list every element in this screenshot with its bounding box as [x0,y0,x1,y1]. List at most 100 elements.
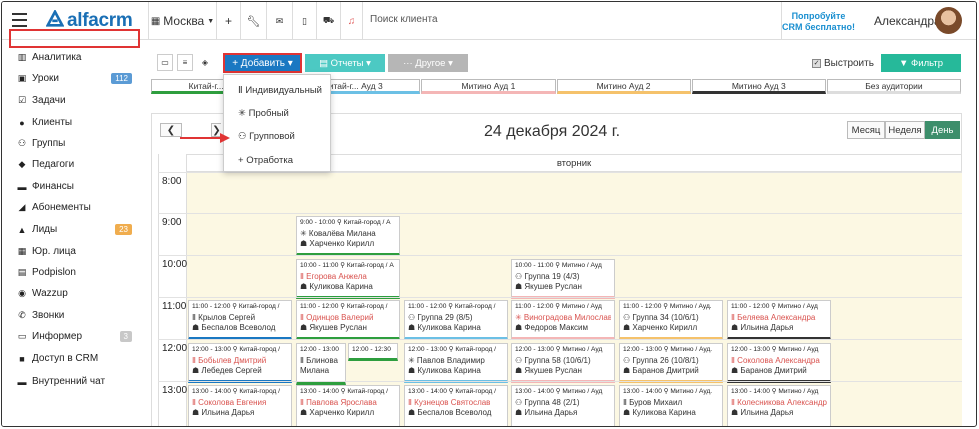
sidebar-item-0[interactable]: ▥ Аналитика [16,49,140,66]
sidebar-item-10[interactable]: ▤ Podpislon [16,264,140,281]
plus-icon[interactable]: + [216,2,240,40]
money-icon: ▬ [17,181,27,192]
phone-icon: ✆ [18,310,26,320]
event-time: 11:00 - 12:00 ⚲ Китай-город / [192,303,280,310]
event-card[interactable]: 12:00 - 13:00 ⚲ Китай-город / Ⅱ Бобылев Д… [188,343,292,383]
asterisk-icon: ✳ [238,108,249,119]
dropdown-item-group[interactable]: ⚇ Групповой [238,131,295,142]
cart-icon[interactable]: ⛟ [316,2,340,40]
event-card[interactable]: 11:00 - 12:00 ⚲ Митино / Ауд ✳ Виноградов… [511,300,615,340]
envelope-icon[interactable]: ✉ [266,2,292,40]
event-client: Ⅱ Крылов Сергей [192,312,256,322]
sidebar-item-label: Аналитика [32,52,82,63]
count-badge: 3 [119,331,132,342]
sidebar-item-11[interactable]: ◉ Wazzup [16,285,140,302]
view-day[interactable]: День [925,121,960,139]
view-week[interactable]: Неделя [885,121,925,139]
room-tab[interactable]: Без аудитории [826,79,962,94]
event-teacher: ☗ Беспалов Всеволод [408,408,492,417]
event-card[interactable]: 12:00 - 13:00 ⚲ Китай-город / ✳ Павлов Вл… [404,343,508,383]
event-teacher: ☗ Якушев Руслан [515,282,582,291]
sidebar-item-1[interactable]: ▣ Уроки 112 [16,70,140,87]
bell-icon[interactable]: ♫ [340,2,362,40]
event-card[interactable]: 10:00 - 11:00 ⚲ Китай-город / А Ⅱ Егорова… [296,259,400,299]
room-tab[interactable]: Митино Ауд 2 [556,79,691,94]
chat-icon: ◉ [18,288,26,298]
event-card[interactable]: 10:00 - 11:00 ⚲ Митино / Ауд ⚇ Группа 19 … [511,259,615,299]
promo-link[interactable]: Попробуйте CRM бесплатно! [782,11,855,33]
event-card[interactable]: 11:00 - 12:00 ⚲ Китай-город / Ⅱ Одинцов В… [296,300,400,340]
event-client: Ⅱ Соколова Евгения [192,397,267,407]
list-view-icon[interactable]: ≡ [177,54,193,71]
event-card[interactable]: 12:00 - 13:00 ⚲ Митино / Ауд Ⅱ Соколова А… [727,343,831,383]
sidebar-item-4[interactable]: ⚇ Группы [16,135,140,152]
sidebar-item-3[interactable]: ● Клиенты [16,114,140,131]
room-tab[interactable]: Митино Ауд 3 [691,79,826,94]
event-card[interactable]: 12:00 - 12:30 [348,343,398,361]
event-card[interactable]: 9:00 - 10:00 ⚲ Китай-город / А ✳ Ковалёва… [296,216,400,256]
prev-icon[interactable]: ❮ [160,123,182,137]
sidebar-item-6[interactable]: ▬ Финансы [16,178,140,195]
room-tab[interactable]: Митино Ауд 1 [421,79,556,94]
filter-button[interactable]: ▼ Фильтр [881,54,961,72]
app-window: alfacrm ▦ Москва ▼ + 🔧︎ ✉ ▯ ⛟ ♫ Поиск клие… [1,1,977,427]
layers-icon[interactable]: ◈ [197,54,213,71]
event-time: 11:00 - 12:00 ⚲ Митино / Ауд [731,303,818,310]
sidebar-item-13[interactable]: ▭ Информер 3 [16,328,140,345]
event-client: Ⅱ Колесникова Александра [731,397,827,407]
add-dropdown: Ⅱ Индивидуальный ✳ Пробный ⚇ Групповой +… [223,74,331,172]
sidebar-item-2[interactable]: ☑ Задачи [16,92,140,109]
sidebar-item-14[interactable]: ■ Доступ в CRM [16,350,140,367]
event-card[interactable]: 13:00 - 14:00 ⚲ Митино / Ауд ⚇ Группа 48 … [511,385,615,426]
user-name[interactable]: Александра [874,14,941,28]
other-button[interactable]: ··· Другое ▾ [388,54,468,72]
event-client: Ⅱ Егорова Анжела [300,271,367,281]
sidebar-item-5[interactable]: ◆ Педагоги [16,156,140,173]
event-card[interactable]: 13:00 - 14:00 ⚲ Китай-город / Ⅱ Кузнецов … [404,385,508,426]
dropdown-item-trial[interactable]: ✳ Пробный [238,108,289,119]
event-card[interactable]: 11:00 - 12:00 ⚲ Китай-город / ⚇ Группа 29… [404,300,508,340]
event-client: ✳ Павлов Владимир [408,355,485,365]
sidebar-item-12[interactable]: ✆ Звонки [16,307,140,324]
event-card[interactable]: 12:00 - 13:00 ⚲ Митино / Ауд. ⚇ Группа 26… [619,343,723,383]
sidebar-item-8[interactable]: ▲ Лиды 23 [16,221,140,238]
event-card[interactable]: 11:00 - 12:00 ⚲ Митино / Ауд. ⚇ Группа 34… [619,300,723,340]
align-checkbox[interactable]: ✓ Выстроить [812,58,874,69]
reports-button[interactable]: ▤ Отчеты ▾ [305,54,385,72]
view-month[interactable]: Месяц [847,121,885,139]
city-label: Москва [163,14,205,28]
event-card[interactable]: 12:00 - 13:00 ⚲ Митино / Ауд ⚇ Группа 58 … [511,343,615,383]
highlight-lessons [9,29,140,48]
add-button[interactable]: + Добавить ▾ [223,53,302,73]
hour-line [158,172,962,173]
sidebar-item-7[interactable]: ◢ Абонементы [16,199,140,216]
event-card[interactable]: 12:00 - 13:00 Ⅱ Блинова Милана [296,343,346,385]
event-time: 11:00 - 12:00 ⚲ Китай-город / [408,303,496,310]
logo-text: alfacrm [67,10,133,31]
event-card[interactable]: 13:00 - 14:00 ⚲ Китай-город / Ⅱ Соколова … [188,385,292,426]
sidebar-item-9[interactable]: ▦ Юр. лица [16,243,140,260]
pointer-arrow-icon [180,133,230,143]
building-icon: ▦ [150,15,161,27]
dropdown-item-makeup[interactable]: + Отработка [238,155,293,166]
city-select[interactable]: ▦ Москва ▼ [148,2,216,40]
menu-icon[interactable] [12,13,27,27]
thumbs-up-icon: ▲ [17,224,27,235]
event-card[interactable]: 11:00 - 12:00 ⚲ Митино / Ауд Ⅱ Беляева Ал… [727,300,831,340]
wrench-icon[interactable]: 🔧︎ [240,2,266,40]
event-card[interactable]: 13:00 - 14:00 ⚲ Митино / Ауд. Ⅱ Буров Мих… [619,385,723,426]
calendar-view-icon[interactable]: ▭ [157,54,173,71]
search-input[interactable]: Поиск клиента [370,14,438,25]
align-label: Выстроить [824,58,874,69]
sidebar-item-15[interactable]: ▬ Внутренний чат [16,373,140,390]
event-time: 12:00 - 13:00 ⚲ Китай-город / [192,346,280,353]
event-card[interactable]: 13:00 - 14:00 ⚲ Китай-город / Ⅱ Павлова Я… [296,385,400,426]
hour-line [158,297,962,298]
sidebar-item-label: Wazzup [32,288,68,299]
sidebar-item-label: Финансы [32,181,74,192]
dropdown-item-individual[interactable]: Ⅱ Индивидуальный [238,85,322,96]
event-card[interactable]: 11:00 - 12:00 ⚲ Китай-город / Ⅱ Крылов Се… [188,300,292,340]
event-card[interactable]: 13:00 - 14:00 ⚲ Митино / Ауд Ⅱ Колесников… [727,385,831,426]
mobile-icon[interactable]: ▯ [292,2,316,40]
avatar[interactable] [935,7,962,34]
